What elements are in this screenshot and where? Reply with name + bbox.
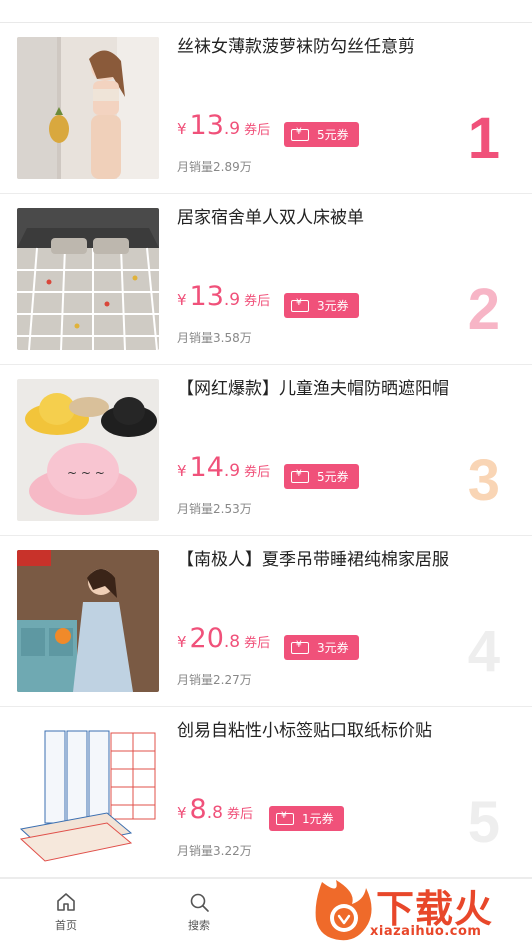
price-integer: 20 bbox=[189, 623, 224, 654]
price-decimal: .8 bbox=[223, 632, 241, 652]
price: ¥ 13 .9 券后 bbox=[177, 282, 270, 312]
coupon-label: 5元券 bbox=[317, 470, 349, 484]
product-item[interactable]: 【南极人】夏季吊带睡裙纯棉家居服 ¥ 20 .8 券后 3元券 月销量2.27万… bbox=[0, 536, 532, 707]
product-thumbnail[interactable] bbox=[17, 721, 159, 863]
coupon-ticket-icon bbox=[291, 469, 309, 483]
watermark-url: xiazaihuo.com bbox=[370, 924, 482, 939]
monthly-sales: 月销量2.27万 bbox=[177, 673, 252, 687]
price-decimal: .9 bbox=[223, 290, 241, 310]
coupon-button[interactable]: 5元券 bbox=[284, 122, 359, 147]
rank-number: 4 bbox=[467, 619, 500, 684]
product-item[interactable]: 丝袜女薄款菠萝袜防勾丝任意剪 ¥ 13 .9 券后 5元券 月销量2.89万 1 bbox=[0, 23, 532, 194]
product-thumbnail[interactable] bbox=[17, 37, 159, 179]
product-title[interactable]: 居家宿舍单人双人床被单 bbox=[177, 206, 364, 230]
rank-number: 5 bbox=[467, 790, 500, 855]
coupon-button[interactable]: 1元券 bbox=[269, 806, 344, 831]
coupon-button[interactable]: 3元券 bbox=[284, 635, 359, 660]
coupon-label: 1元券 bbox=[302, 812, 334, 826]
price-decimal: .9 bbox=[223, 119, 241, 139]
currency-symbol: ¥ bbox=[177, 804, 187, 822]
after-coupon-label: 券后 bbox=[244, 636, 271, 651]
price-decimal: .9 bbox=[223, 461, 241, 481]
product-item[interactable]: 居家宿舍单人双人床被单 ¥ 13 .9 券后 3元券 月销量3.58万 2 bbox=[0, 194, 532, 365]
price-integer: 14 bbox=[189, 452, 224, 483]
price: ¥ 13 .9 券后 bbox=[177, 111, 270, 141]
monthly-sales: 月销量2.53万 bbox=[177, 502, 252, 516]
price-decimal: .8 bbox=[206, 803, 223, 823]
after-coupon-label: 券后 bbox=[244, 123, 271, 138]
price: ¥ 8 .8 券后 bbox=[177, 795, 253, 825]
monthly-sales: 月销量3.22万 bbox=[177, 844, 252, 858]
price-integer: 8 bbox=[189, 794, 207, 825]
after-coupon-label: 券后 bbox=[226, 807, 253, 822]
price: ¥ 20 .8 券后 bbox=[177, 624, 270, 654]
tab-home-label: 首页 bbox=[55, 919, 77, 932]
coupon-label: 3元券 bbox=[317, 641, 349, 655]
coupon-button[interactable]: 5元券 bbox=[284, 464, 359, 489]
product-title[interactable]: 创易自粘性小标签贴口取纸标价贴 bbox=[177, 719, 432, 743]
product-title[interactable]: 【网红爆款】儿童渔夫帽防晒遮阳帽 bbox=[177, 377, 449, 401]
tab-search-label: 搜索 bbox=[188, 919, 210, 932]
rank-number: 3 bbox=[467, 448, 500, 513]
flame-logo-icon bbox=[315, 880, 372, 941]
product-item[interactable]: ~ ~ ~ 【网红爆款】儿童渔夫帽防晒遮阳帽 ¥ 14 .9 券后 5元券 月销… bbox=[0, 365, 532, 536]
coupon-ticket-icon bbox=[291, 640, 309, 654]
coupon-ticket-icon bbox=[291, 298, 309, 312]
coupon-label: 3元券 bbox=[317, 299, 349, 313]
rank-number: 2 bbox=[467, 277, 500, 342]
product-title[interactable]: 【南极人】夏季吊带睡裙纯棉家居服 bbox=[177, 548, 449, 572]
currency-symbol: ¥ bbox=[177, 633, 187, 651]
svg-text:~ ~ ~: ~ ~ ~ bbox=[67, 466, 105, 480]
currency-symbol: ¥ bbox=[177, 120, 187, 138]
product-title[interactable]: 丝袜女薄款菠萝袜防勾丝任意剪 bbox=[177, 35, 415, 59]
product-thumbnail[interactable] bbox=[17, 550, 159, 692]
product-list: 丝袜女薄款菠萝袜防勾丝任意剪 ¥ 13 .9 券后 5元券 月销量2.89万 1 bbox=[0, 23, 532, 878]
after-coupon-label: 券后 bbox=[244, 465, 271, 480]
coupon-label: 5元券 bbox=[317, 128, 349, 142]
watermark-logo: 下载火 xiazaihuo.com bbox=[312, 872, 532, 946]
search-icon bbox=[190, 893, 209, 912]
coupon-ticket-icon bbox=[276, 811, 294, 825]
tab-search[interactable]: 搜索 bbox=[169, 891, 229, 933]
after-coupon-label: 券后 bbox=[244, 294, 271, 309]
product-item[interactable]: 创易自粘性小标签贴口取纸标价贴 ¥ 8 .8 券后 1元券 月销量3.22万 5 bbox=[0, 707, 532, 878]
coupon-button[interactable]: 3元券 bbox=[284, 293, 359, 318]
tab-home[interactable]: 首页 bbox=[36, 891, 96, 933]
price-integer: 13 bbox=[189, 110, 224, 141]
home-icon bbox=[57, 893, 75, 911]
monthly-sales: 月销量2.89万 bbox=[177, 160, 252, 174]
rank-number: 1 bbox=[467, 106, 500, 171]
monthly-sales: 月销量3.58万 bbox=[177, 331, 252, 345]
price: ¥ 14 .9 券后 bbox=[177, 453, 270, 483]
currency-symbol: ¥ bbox=[177, 291, 187, 309]
product-thumbnail[interactable] bbox=[17, 208, 159, 350]
coupon-ticket-icon bbox=[291, 127, 309, 141]
product-thumbnail[interactable]: ~ ~ ~ bbox=[17, 379, 159, 521]
price-integer: 13 bbox=[189, 281, 224, 312]
currency-symbol: ¥ bbox=[177, 462, 187, 480]
